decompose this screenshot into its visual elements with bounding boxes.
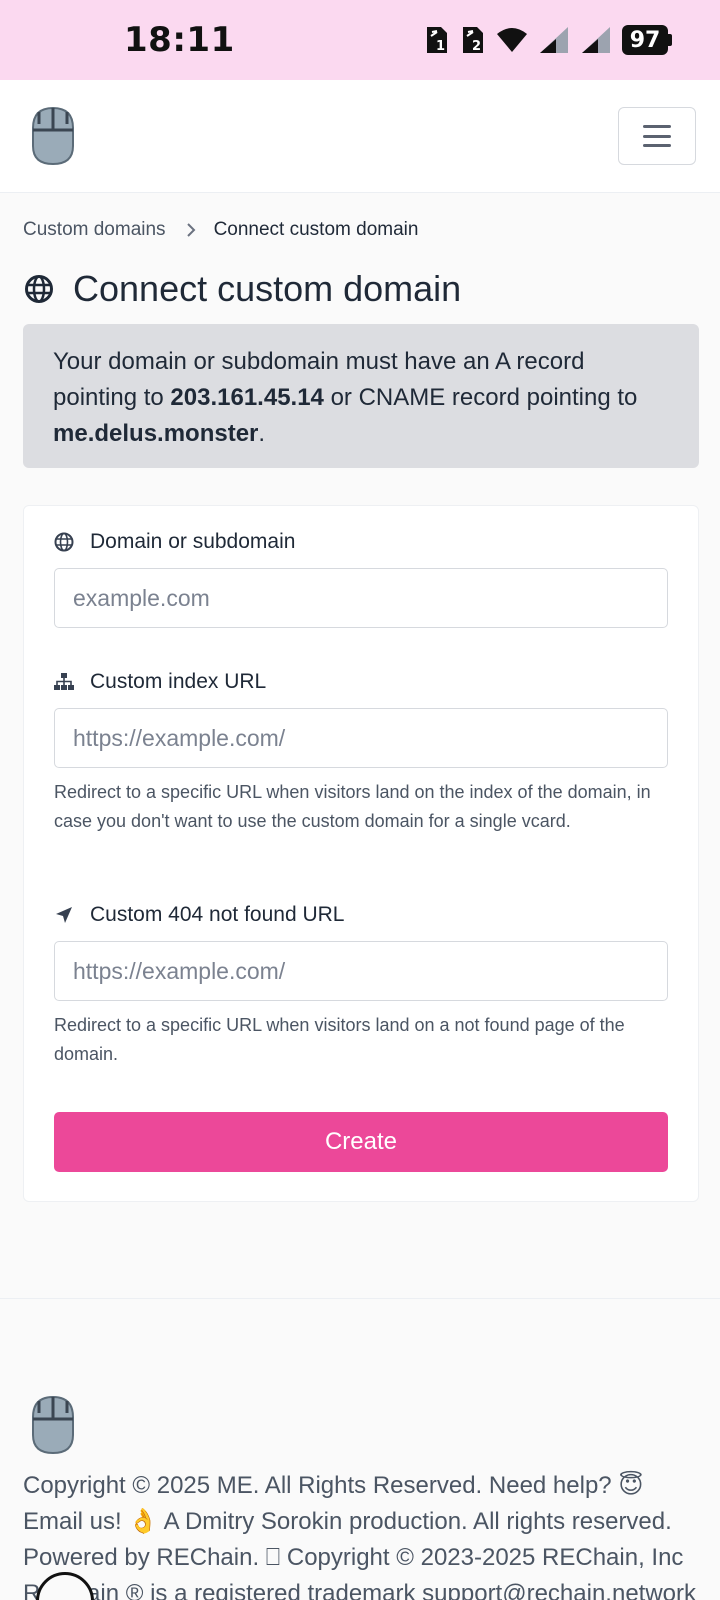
domain-label: Domain or subdomain	[54, 530, 295, 554]
hamburger-icon	[643, 125, 671, 147]
domain-input[interactable]	[54, 568, 668, 628]
connect-domain-form: Domain or subdomain Custom index URL Red…	[23, 505, 699, 1202]
battery-level: 97	[622, 25, 668, 55]
site-header	[0, 80, 720, 193]
index-url-input[interactable]	[54, 708, 668, 768]
status-time: 18:11	[124, 20, 235, 60]
not-found-url-input[interactable]	[54, 941, 668, 1001]
chevron-right-icon	[186, 223, 195, 237]
footer-line-2: Email us! 👌 A Dmitry Sorokin production.…	[23, 1508, 672, 1535]
not-found-url-label: Custom 404 not found URL	[54, 903, 344, 927]
globe-icon	[54, 532, 74, 552]
wifi-icon	[497, 28, 527, 52]
breadcrumb-current: Connect custom domain	[213, 219, 419, 240]
dns-instructions-alert: Your domain or subdomain must have an A …	[23, 324, 699, 468]
sim1-icon: 1	[427, 27, 447, 54]
location-arrow-icon	[56, 907, 72, 923]
footer-copyright: Copyright © 2025 ME. All Rights Reserved…	[23, 1468, 713, 1600]
not-found-url-help: Redirect to a specific URL when visitors…	[54, 1015, 625, 1064]
page-title: Connect custom domain	[73, 268, 462, 309]
footer-line-1: Copyright © 2025 ME. All Rights Reserved…	[23, 1472, 644, 1499]
sitemap-icon	[54, 673, 74, 690]
breadcrumb-custom-domains-link[interactable]: Custom domains	[23, 219, 166, 241]
site-footer: Copyright © 2025 ME. All Rights Reserved…	[0, 1299, 720, 1600]
footer-line-3: Powered by REChain. ⎕ Copyright © 2023-2…	[23, 1544, 684, 1571]
cname-target: me.delus.monster	[53, 420, 259, 447]
breadcrumb: Custom domains Connect custom domain	[23, 218, 418, 242]
svg-text:2: 2	[472, 39, 481, 54]
create-button[interactable]: Create	[54, 1112, 668, 1172]
index-url-help: Redirect to a specific URL when visitors…	[54, 782, 651, 831]
status-bar: 18:11 1 2 97	[0, 0, 720, 80]
mouse-logo[interactable]	[30, 1395, 76, 1455]
index-url-label: Custom index URL	[54, 670, 266, 694]
signal-icon-2	[582, 27, 610, 53]
a-record-ip: 203.161.45.14	[170, 384, 324, 411]
page-title-row: Connect custom domain	[25, 268, 461, 310]
globe-icon	[25, 275, 53, 303]
battery-icon: 97	[622, 25, 672, 55]
status-icons: 1 2 97	[424, 25, 672, 55]
menu-toggle-button[interactable]	[618, 107, 696, 165]
footer-line-4[interactable]: REChain ® is a registered trademark supp…	[23, 1580, 696, 1600]
svg-text:1: 1	[436, 39, 445, 54]
mouse-logo[interactable]	[30, 106, 76, 166]
signal-icon-1	[540, 27, 568, 53]
sim2-icon: 2	[463, 27, 483, 54]
